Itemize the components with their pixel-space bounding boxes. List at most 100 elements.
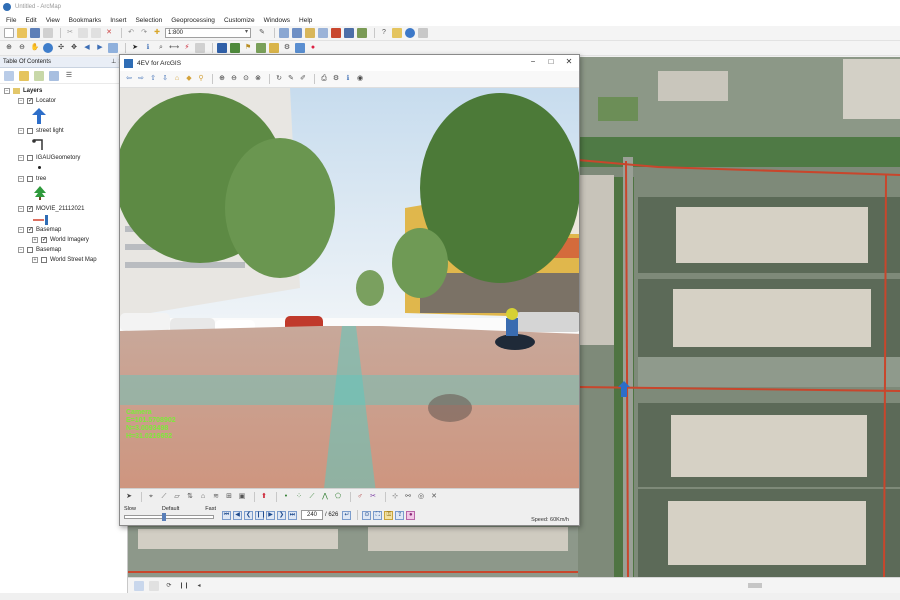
redo-icon[interactable]: ↷ — [139, 28, 149, 38]
maximize-icon[interactable]: □ — [545, 57, 557, 66]
editor-toolbar-icon[interactable] — [279, 28, 289, 38]
layer-checkbox[interactable]: ✓ — [41, 237, 47, 243]
collapse-icon[interactable]: − — [18, 227, 24, 233]
toc-window-icon[interactable] — [292, 28, 302, 38]
paste-icon[interactable] — [91, 28, 101, 38]
expand-icon[interactable]: + — [32, 257, 38, 263]
collapse-icon[interactable]: − — [18, 206, 24, 212]
layer-basemap-imagery[interactable]: − ✓ Basemap — [18, 227, 61, 233]
layer-street-light[interactable]: − street light — [18, 128, 64, 134]
zoom-fit-icon[interactable]: ⊙ — [241, 74, 251, 84]
measure-icon[interactable]: ⟷ — [169, 43, 179, 53]
zoom-out-icon[interactable]: ⊖ — [17, 43, 27, 53]
close-tool-icon[interactable]: ● — [308, 43, 318, 53]
nav-forward-icon[interactable]: ⇨ — [136, 74, 146, 84]
nav-up-icon[interactable]: ⇧ — [148, 74, 158, 84]
minimize-icon[interactable]: − — [527, 57, 539, 66]
step-back-icon[interactable]: ❮ — [244, 510, 253, 520]
print-icon[interactable]: ⎙ — [319, 74, 329, 84]
measure-line-icon[interactable]: ⟋ — [159, 492, 169, 502]
clear-icon[interactable]: ✕ — [429, 492, 439, 502]
measure-point-icon[interactable]: ⌖ — [146, 492, 156, 502]
menu-selection[interactable]: Selection — [135, 17, 162, 24]
layer-locator[interactable]: − ✓ Locator — [18, 98, 56, 104]
close-icon[interactable]: ✕ — [563, 57, 575, 66]
collapse-icon[interactable]: − — [18, 247, 24, 253]
list-by-source-icon[interactable] — [19, 70, 29, 81]
delete-icon[interactable]: ✕ — [104, 28, 114, 38]
layer-properties-icon[interactable] — [295, 43, 305, 53]
first-frame-icon[interactable]: ⏮ — [222, 510, 231, 520]
menu-view[interactable]: View — [46, 17, 60, 24]
model-builder-icon[interactable] — [357, 28, 367, 38]
geocode-icon[interactable] — [392, 28, 402, 38]
html-popup-icon[interactable] — [195, 43, 205, 53]
layer-tree[interactable]: − tree — [18, 176, 46, 182]
add-vertex-icon[interactable]: ⁘ — [294, 492, 304, 502]
horizontal-scrollbar[interactable] — [748, 583, 762, 588]
time-slider-icon[interactable] — [217, 43, 227, 53]
python-window-icon[interactable] — [344, 28, 354, 38]
layer-igau-geometory[interactable]: − IGAUGeometory — [18, 155, 80, 161]
play-back-icon[interactable]: ◀ — [233, 510, 242, 520]
menu-customize[interactable]: Customize — [224, 17, 255, 24]
frame-number-input[interactable]: 240 — [301, 510, 323, 520]
zoom-out-icon[interactable]: ⊖ — [229, 74, 239, 84]
collapse-icon[interactable]: − — [18, 176, 24, 182]
collapse-icon[interactable]: − — [4, 88, 10, 94]
zoom-in-icon[interactable]: ⊕ — [4, 43, 14, 53]
lock-icon[interactable] — [269, 43, 279, 53]
fullscreen-icon[interactable]: ⛶ — [373, 510, 383, 520]
step-forward-icon[interactable]: ❯ — [277, 510, 286, 520]
globe-icon[interactable] — [405, 28, 415, 38]
info-icon[interactable]: ℹ — [343, 74, 353, 84]
layout-view-icon[interactable] — [149, 580, 159, 591]
expand-icon[interactable]: + — [32, 237, 38, 243]
cut-icon[interactable]: ✂ — [65, 28, 75, 38]
zoom-reset-icon[interactable]: ⊗ — [253, 74, 263, 84]
streetview-panorama[interactable] — [120, 88, 580, 526]
layer-checkbox[interactable]: ✓ — [27, 206, 33, 212]
camera-icon[interactable]: ◉ — [355, 74, 365, 84]
add-polygon-icon[interactable]: ⬠ — [333, 492, 343, 502]
layers-icon[interactable]: ◆ — [184, 74, 194, 84]
cut-feature-icon[interactable]: ✂ — [368, 492, 378, 502]
search-window-icon[interactable] — [318, 28, 328, 38]
map-scale-combobox[interactable]: 1:800 — [165, 28, 251, 38]
catalog-window-icon[interactable] — [305, 28, 315, 38]
measure-icon[interactable]: ✎ — [286, 74, 296, 84]
new-document-icon[interactable] — [4, 28, 14, 38]
export-icon[interactable]: ⇪ — [395, 510, 405, 520]
arctoolbox-icon[interactable] — [331, 28, 341, 38]
toc-options-icon[interactable]: ☰ — [64, 71, 74, 81]
marker-icon[interactable]: ⬆ — [259, 492, 269, 502]
layer-checkbox[interactable] — [27, 155, 33, 161]
pause-icon[interactable]: ❙❙ — [255, 510, 266, 520]
undo-icon[interactable]: ↶ — [126, 28, 136, 38]
layer-basemap-street[interactable]: − Basemap — [18, 247, 61, 253]
image-icon[interactable]: ▣ — [237, 492, 247, 502]
hyperlink-icon[interactable]: ⚡ — [182, 43, 192, 53]
select-icon[interactable]: ◎ — [416, 492, 426, 502]
pan-icon[interactable]: ✋ — [30, 43, 40, 53]
georef-icon[interactable]: ⚑ — [243, 43, 253, 53]
collapse-icon[interactable]: − — [18, 155, 24, 161]
record-icon[interactable]: ● — [406, 510, 416, 520]
layer-checkbox[interactable] — [41, 257, 47, 263]
draw-icon[interactable]: ✐ — [298, 74, 308, 84]
settings-icon[interactable]: ⚙ — [282, 43, 292, 53]
add-data-icon[interactable]: ✚ — [152, 28, 162, 38]
settings-icon[interactable]: ⚙ — [331, 74, 341, 84]
measure-height-icon[interactable]: ⇅ — [185, 492, 195, 502]
go-to-frame-icon[interactable]: ↵ — [342, 510, 352, 520]
menu-insert[interactable]: Insert — [110, 17, 126, 24]
collapse-icon[interactable]: − — [18, 98, 24, 104]
pause-drawing-icon[interactable]: ❙❙ — [179, 581, 189, 591]
add-polyline-icon[interactable]: ⋀ — [320, 492, 330, 502]
menu-help[interactable]: Help — [299, 17, 312, 24]
layers-root[interactable]: − Layers — [4, 88, 42, 94]
locate-icon[interactable]: ⚲ — [196, 74, 206, 84]
menu-windows[interactable]: Windows — [264, 17, 290, 24]
layer-world-imagery[interactable]: + ✓ World Imagery — [32, 237, 89, 243]
play-icon[interactable]: ▶ — [266, 510, 275, 520]
